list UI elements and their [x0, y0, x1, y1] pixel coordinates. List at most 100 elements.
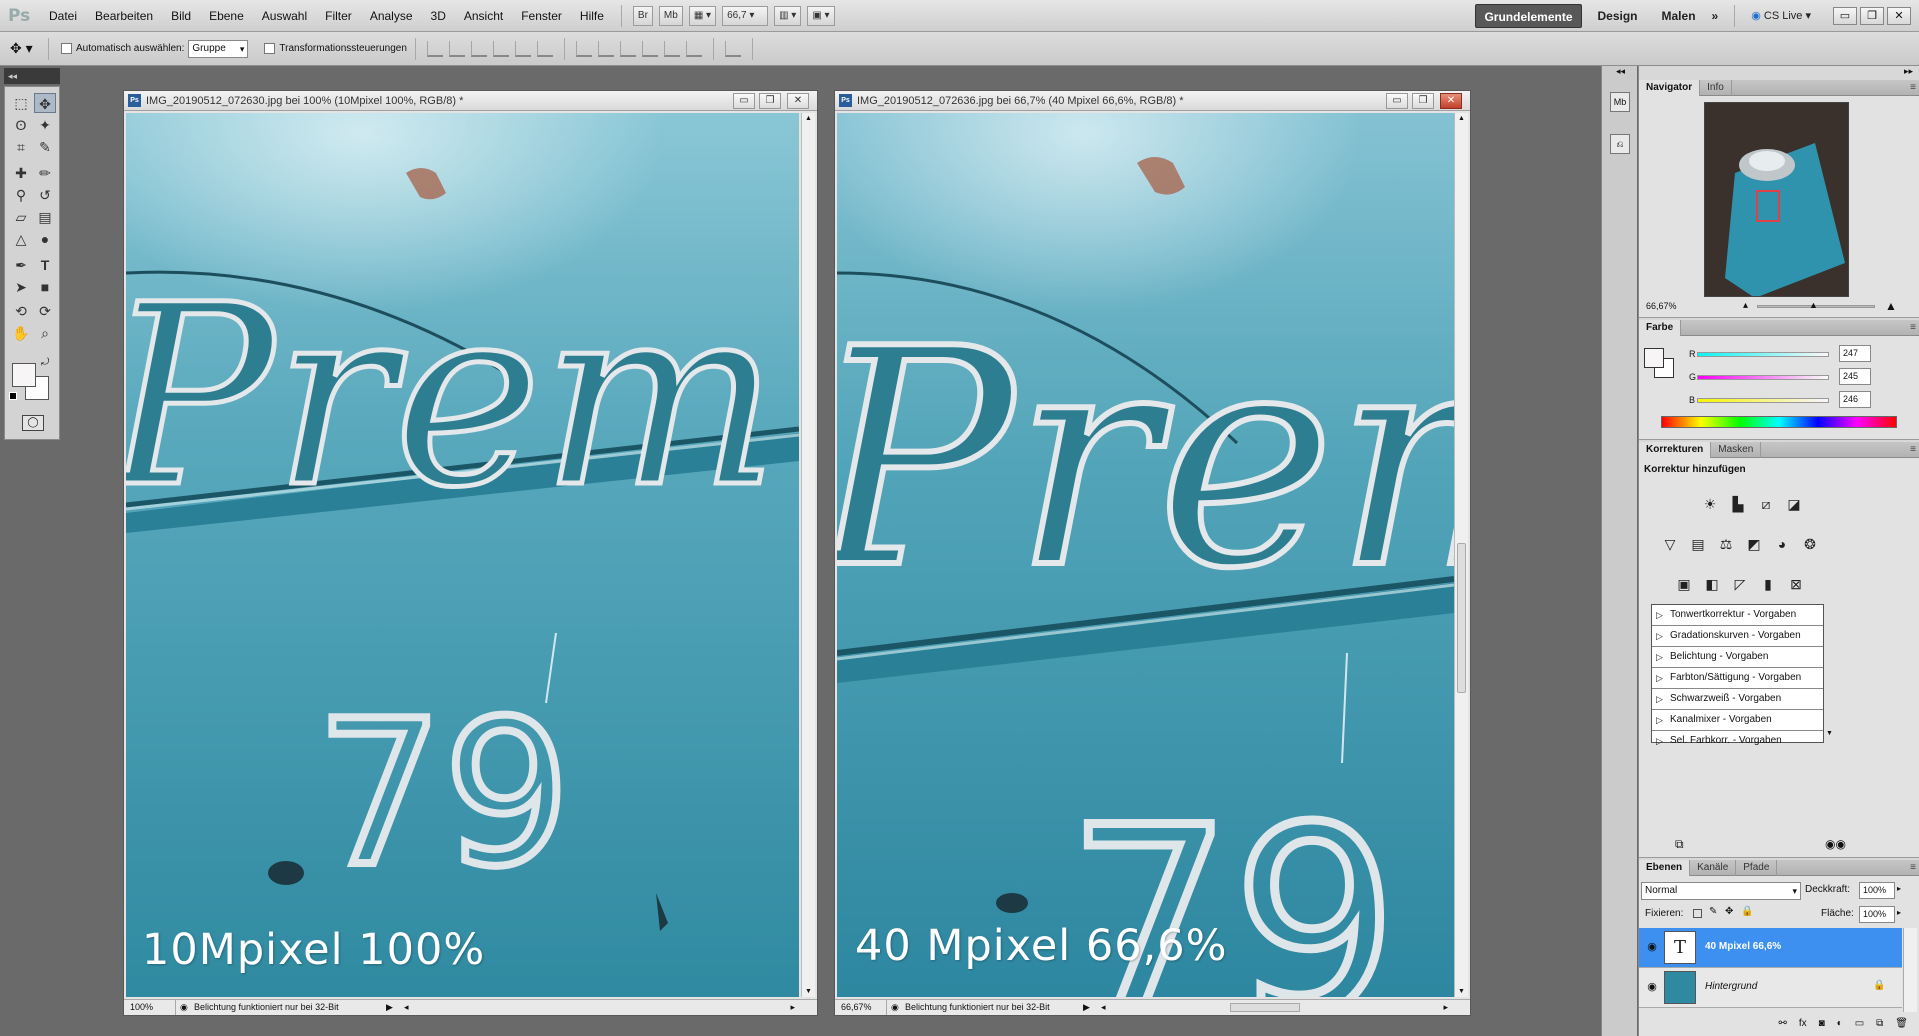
- align-hcenter-icon[interactable]: [514, 40, 531, 57]
- channel-mixer-icon[interactable]: ❂: [1799, 534, 1821, 554]
- tab-masken[interactable]: Masken: [1711, 442, 1762, 458]
- 3d-rotate-tool-icon[interactable]: ⟲: [10, 301, 32, 321]
- status-menu-arrow-icon[interactable]: ▶: [386, 1000, 393, 1015]
- layer-text[interactable]: ◉ T 40 Mpixel 66,6%: [1639, 928, 1902, 968]
- auto-align-layers-icon[interactable]: [724, 40, 741, 57]
- lock-pixels-icon[interactable]: ✎: [1709, 906, 1717, 917]
- preset-farbton-saettigung[interactable]: Farbton/Sättigung - Vorgaben: [1652, 668, 1823, 689]
- status-menu-arrow-icon[interactable]: ▶: [1083, 1000, 1090, 1015]
- app-restore-button[interactable]: ❐: [1860, 6, 1884, 25]
- invert-icon[interactable]: ▣: [1673, 574, 1695, 594]
- scroll-down-icon[interactable]: ▼: [805, 988, 812, 995]
- preset-sel-farbkorr[interactable]: Sel. Farbkorr. - Vorgaben: [1652, 731, 1823, 752]
- layer-hintergrund[interactable]: ◉ Hintergrund 🔒: [1639, 968, 1902, 1008]
- new-group-icon[interactable]: ▭: [1855, 1014, 1864, 1034]
- tab-pfade[interactable]: Pfade: [1736, 860, 1778, 876]
- blur-tool-icon[interactable]: △: [10, 229, 32, 249]
- layer-style-icon[interactable]: fx: [1799, 1014, 1807, 1034]
- preset-schwarzweiss[interactable]: Schwarzweiß - Vorgaben: [1652, 689, 1823, 710]
- menu-filter[interactable]: Filter: [316, 0, 361, 32]
- document-1-titlebar[interactable]: Ps IMG_20190512_072630.jpg bei 100% (10M…: [124, 91, 817, 111]
- quick-mask-icon[interactable]: ◯: [22, 415, 44, 431]
- preset-gradationskurven[interactable]: Gradationskurven - Vorgaben: [1652, 626, 1823, 647]
- delete-layer-icon[interactable]: 🗑: [1895, 1014, 1908, 1034]
- fill-arrow-icon[interactable]: ▸: [1897, 908, 1901, 917]
- menu-ebene[interactable]: Ebene: [200, 0, 253, 32]
- posterize-icon[interactable]: ◧: [1701, 574, 1723, 594]
- hand-tool-icon[interactable]: ✋: [10, 323, 32, 343]
- zoom-tool-icon[interactable]: ⌕: [34, 323, 56, 343]
- link-layers-icon[interactable]: ⚯: [1778, 1014, 1786, 1034]
- distribute-hcenter-icon[interactable]: [663, 40, 680, 57]
- lock-all-icon[interactable]: 🔒: [1741, 906, 1753, 917]
- photo-filter-icon[interactable]: ◕: [1771, 534, 1793, 554]
- menu-bearbeiten[interactable]: Bearbeiten: [86, 0, 162, 32]
- navigator-zoom-in-icon[interactable]: ▲: [1885, 299, 1897, 313]
- panel-menu-icon[interactable]: ≡: [1910, 442, 1916, 458]
- path-selection-tool-icon[interactable]: ➤: [10, 277, 32, 297]
- workspace-more-button[interactable]: »: [1704, 4, 1727, 28]
- menu-fenster[interactable]: Fenster: [512, 0, 571, 32]
- distribute-left-icon[interactable]: [641, 40, 658, 57]
- history-brush-tool-icon[interactable]: ↺: [34, 185, 56, 205]
- menu-analyse[interactable]: Analyse: [361, 0, 422, 32]
- color-spectrum-bar[interactable]: [1661, 416, 1897, 428]
- fill-field[interactable]: 100%: [1859, 906, 1895, 923]
- lock-transparency-icon[interactable]: [1693, 909, 1702, 918]
- document-2-hscroll-thumb[interactable]: [1230, 1003, 1300, 1012]
- scroll-right-icon[interactable]: ▸: [790, 1000, 795, 1015]
- preset-tonwertkorrektur[interactable]: Tonwertkorrektur - Vorgaben: [1652, 605, 1823, 626]
- bridge-button[interactable]: Br: [632, 5, 653, 26]
- preset-belichtung[interactable]: Belichtung - Vorgaben: [1652, 647, 1823, 668]
- scroll-up-icon[interactable]: ▲: [805, 115, 812, 122]
- adjustment-clip-icon[interactable]: ⧉: [1675, 837, 1684, 852]
- presets-scroll-down-icon[interactable]: ▼: [1826, 730, 1833, 737]
- scroll-up-icon[interactable]: ▲: [1458, 115, 1465, 122]
- workspace-design[interactable]: Design: [1590, 4, 1646, 28]
- minibridge-button[interactable]: Mb: [658, 5, 683, 26]
- move-tool-preset[interactable]: ✥ ▾: [10, 40, 46, 57]
- zoom-level-dropdown[interactable]: 66,7 ▾: [722, 5, 769, 26]
- scroll-down-icon[interactable]: ▼: [1458, 988, 1465, 995]
- cs-live-button[interactable]: ◉ CS Live ▾: [1743, 4, 1819, 28]
- document-2-vertical-scrollbar[interactable]: ▲ ▼: [1454, 113, 1468, 997]
- navigator-zoom-field[interactable]: 66,67%: [1643, 299, 1689, 316]
- levels-icon[interactable]: ▙: [1727, 494, 1749, 514]
- new-adjustment-layer-icon[interactable]: ◐: [1837, 1014, 1843, 1034]
- tab-navigator[interactable]: Navigator: [1639, 80, 1701, 96]
- move-tool-icon[interactable]: ✥: [34, 93, 56, 113]
- tab-korrekturen[interactable]: Korrekturen: [1639, 442, 1712, 458]
- menu-datei[interactable]: Datei: [40, 0, 86, 32]
- panel-foreground-swatch[interactable]: [1644, 348, 1664, 368]
- document-2-titlebar[interactable]: Ps IMG_20190512_072636.jpg bei 66,7% (40…: [835, 91, 1470, 111]
- layer-visibility-eye-icon[interactable]: ◉: [1645, 940, 1659, 954]
- preset-kanalmixer[interactable]: Kanalmixer - Vorgaben: [1652, 710, 1823, 731]
- align-right-icon[interactable]: [536, 40, 553, 57]
- transform-controls-checkbox[interactable]: [264, 43, 276, 54]
- opacity-arrow-icon[interactable]: ▸: [1897, 884, 1901, 893]
- view-extras-button[interactable]: ▦ ▾: [688, 5, 717, 26]
- panels-collapse-icon[interactable]: ▸▸: [1904, 66, 1913, 77]
- distribute-vcenter-icon[interactable]: [597, 40, 614, 57]
- black-white-icon[interactable]: ◩: [1743, 534, 1765, 554]
- menu-bild[interactable]: Bild: [162, 0, 200, 32]
- crop-tool-icon[interactable]: ⌗: [10, 137, 32, 157]
- layers-scrollbar[interactable]: [1903, 928, 1917, 1012]
- selective-color-icon[interactable]: ⊠: [1785, 574, 1807, 594]
- document-2-scroll-thumb[interactable]: [1457, 543, 1466, 693]
- pen-tool-icon[interactable]: ✒: [10, 255, 32, 275]
- auto-select-dropdown[interactable]: Gruppe: [188, 39, 249, 58]
- vibrance-icon[interactable]: ▽: [1659, 534, 1681, 554]
- align-top-icon[interactable]: [426, 40, 443, 57]
- document-1-restore-button[interactable]: ❐: [759, 93, 781, 109]
- scroll-left-icon[interactable]: ◂: [404, 1000, 409, 1015]
- exposure-icon[interactable]: ◪: [1783, 494, 1805, 514]
- curves-icon[interactable]: ⧄: [1755, 494, 1777, 514]
- panel-menu-icon[interactable]: ≡: [1910, 860, 1916, 876]
- tab-kanaele[interactable]: Kanäle: [1690, 860, 1737, 876]
- app-close-button[interactable]: ✕: [1887, 6, 1911, 25]
- document-1-vertical-scrollbar[interactable]: ▲ ▼: [801, 113, 815, 997]
- hue-saturation-icon[interactable]: ▤: [1687, 534, 1709, 554]
- red-value-field[interactable]: 247: [1839, 345, 1871, 362]
- eraser-tool-icon[interactable]: ▱: [10, 207, 32, 227]
